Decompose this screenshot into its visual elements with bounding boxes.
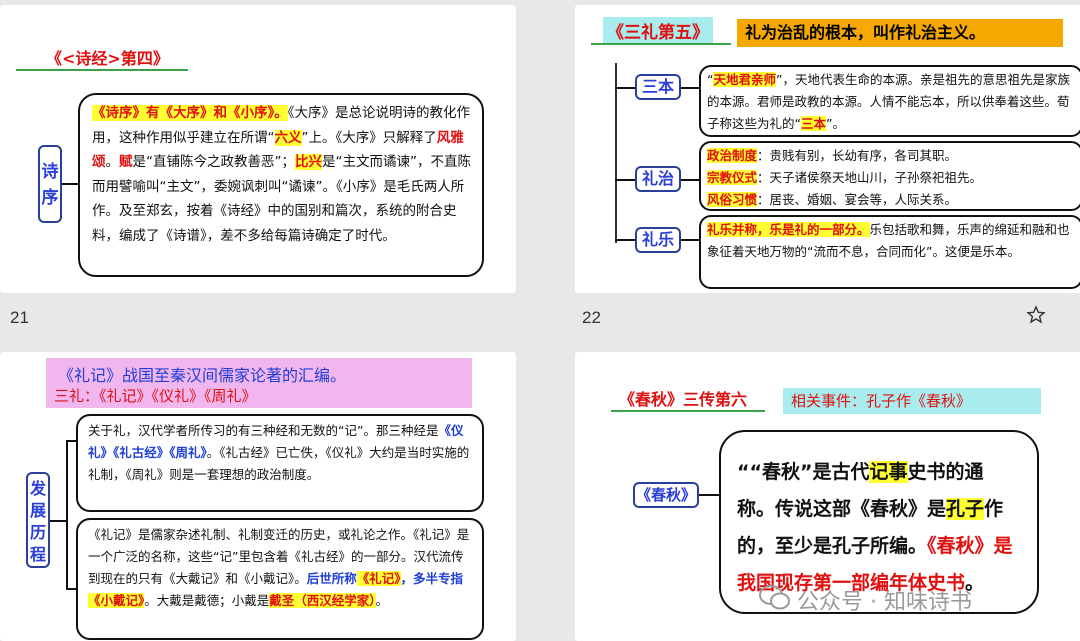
content-box: 《诗序》有《大序》和《小序》。《大序》是总论说明诗的教化作用，这种作用似乎建立在… xyxy=(78,93,484,277)
bracket xyxy=(66,440,68,590)
slide-24[interactable]: 《春秋》三传第六 相关事件：孔子作《春秋》 《春秋》 ““春秋”是古代记事史书的… xyxy=(575,352,1080,641)
title-underline xyxy=(611,410,765,412)
tree-trunk xyxy=(615,63,617,243)
vertical-label: 诗序 xyxy=(38,145,62,223)
slide-number: 22 xyxy=(582,308,601,327)
paragraph: 《诗序》有《大序》和《小序》。《大序》是总论说明诗的教化作用，这种作用似乎建立在… xyxy=(92,105,471,244)
vertical-label: 发展历程 xyxy=(26,472,50,568)
slide-23[interactable]: 《礼记》战国至秦汉间儒家论著的汇编。 三礼：《礼记》《仪礼》《周礼》 发展历程 … xyxy=(0,352,516,641)
connector-2 xyxy=(681,179,701,181)
liyue-box: 礼乐并称，乐是礼的一部分。乐包括歌和舞，乐声的绵延和融和也象征着天地万物的“流而… xyxy=(699,215,1080,289)
slide-title: 《三礼第五》 xyxy=(603,17,713,44)
title-underline xyxy=(591,43,731,45)
lizhi-box: 政治制度：贵贱有别，长幼有序，各司其职。 宗教仪式：天子诸侯祭天地山川，子孙祭祀… xyxy=(699,141,1080,211)
slide-22[interactable]: 《三礼第五》 礼为治乱的根本，叫作礼治主义。 三本 礼治 礼乐 “天地君亲师”，… xyxy=(575,5,1080,293)
slide-title: 《春秋》三传第六 xyxy=(619,390,748,409)
slide-21[interactable]: 《<诗经>第四》 诗序 《诗序》有《大序》和《小序》。《大序》是总论说明诗的教化… xyxy=(0,5,516,293)
branch-1 xyxy=(615,87,635,89)
slide-title: 《<诗经>第四》 xyxy=(46,49,169,68)
connector xyxy=(699,494,721,496)
slide-subtitle: 三礼：《礼记》《仪礼》《周礼》 xyxy=(54,387,257,405)
slide-title: 《礼记》战国至秦汉间儒家论著的汇编。 xyxy=(58,366,347,385)
content-box-1: 关于礼，汉代学者所传习的有三种经和无数的“记”。那三种经是《仪礼》《礼古经》《周… xyxy=(76,414,484,512)
branch-3 xyxy=(615,239,635,241)
branch-2 xyxy=(615,179,635,181)
connector-3 xyxy=(681,239,701,241)
connector-1 xyxy=(681,87,701,89)
wechat-icon xyxy=(759,584,791,612)
banner: 相关事件：孔子作《春秋》 xyxy=(783,388,1041,414)
node-lizhi: 礼治 xyxy=(635,166,681,192)
title-underline xyxy=(16,69,188,71)
highlight: 《诗序》有《大序》和《小序》。 xyxy=(92,105,288,121)
node-liyue: 礼乐 xyxy=(635,227,681,253)
sanben-box: “天地君亲师”，天地代表生命的本源。亲是祖先的意思祖先是家族的本源。君师是政教的… xyxy=(699,65,1080,137)
star-icon[interactable] xyxy=(1026,305,1046,325)
node-sanben: 三本 xyxy=(635,74,681,100)
node-chunqiu: 《春秋》 xyxy=(633,482,699,508)
watermark: 公众号 · 知味诗书 xyxy=(797,590,972,615)
paragraph: ““春秋”是古代记事史书的通称。传说这部《春秋》是孔子作的，至少是孔子所编。《春… xyxy=(737,461,1013,594)
banner: 礼为治乱的根本，叫作礼治主义。 xyxy=(737,19,1063,47)
content-box-2: 《礼记》是儒家杂述礼制、礼制变迁的历史，或礼论之作。《礼记》是一个广泛的名称，这… xyxy=(76,518,484,640)
slide-number: 21 xyxy=(10,308,29,327)
